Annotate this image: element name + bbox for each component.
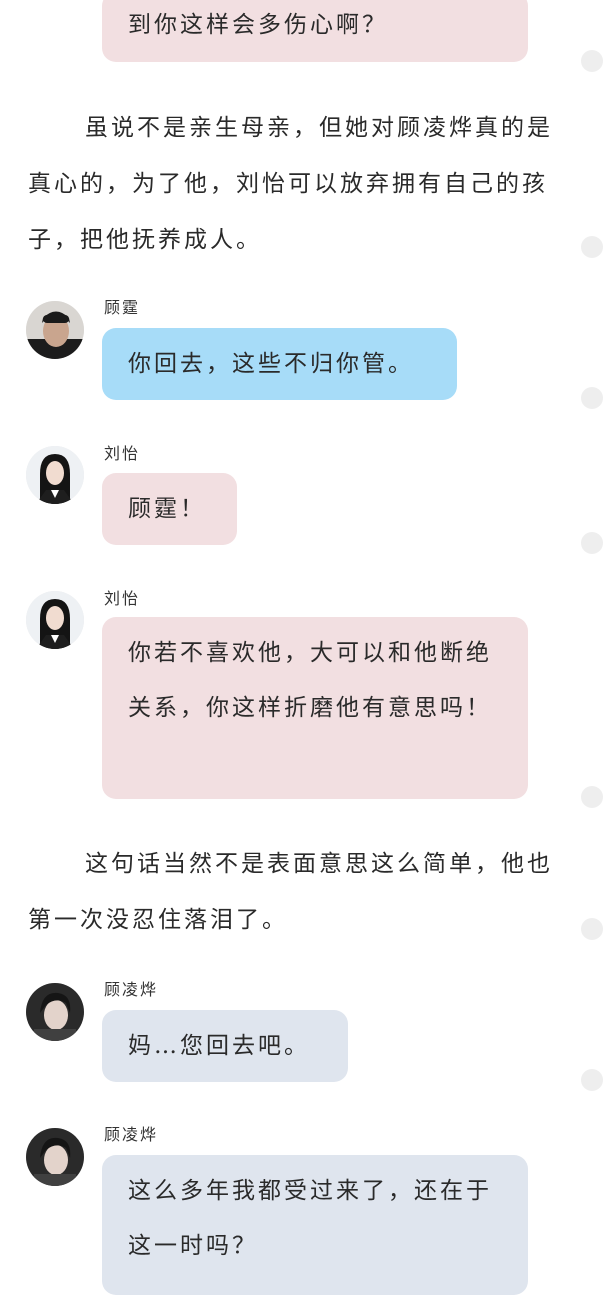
message-text: 你回去，这些不归你管。 [128,351,414,377]
side-dot [581,918,603,940]
avatar-gu-lingye [26,1128,84,1186]
message-bubble: 你回去，这些不归你管。 [102,328,457,400]
message-bubble: 妈…您回去吧。 [102,1010,348,1082]
message-text: 妈…您回去吧。 [128,1033,310,1059]
message-text: 到你这样会多伤心啊？ [128,12,388,38]
sender-name: 刘怡 [104,444,141,463]
side-dot [581,1069,603,1091]
avatar-gu-lingye [26,983,84,1041]
sender-name: 顾凌烨 [104,1125,159,1144]
sender-name: 顾凌烨 [104,980,159,999]
narration-paragraph: 这句话当然不是表面意思这么简单，他也第一次没忍住落泪了。 [28,851,553,933]
side-dot [581,236,603,258]
avatar-gu-ting [26,301,84,359]
message-text: 这么多年我都受过来了，还在于这一时吗？ [128,1178,492,1259]
sender-name: 刘怡 [104,589,141,608]
message-text: 顾霆！ [128,496,206,522]
message-text: 你若不喜欢他，大可以和他断绝关系，你这样折磨他有意思吗！ [128,640,492,721]
message-bubble: 这么多年我都受过来了，还在于这一时吗？ [102,1155,528,1295]
narration-paragraph: 虽说不是亲生母亲，但她对顾凌烨真的是真心的，为了他，刘怡可以放弃拥有自己的孩子，… [28,115,553,253]
sender-name: 顾霆 [104,298,141,317]
side-dot [581,786,603,808]
side-dot [581,532,603,554]
message-bubble: 你若不喜欢他，大可以和他断绝关系，你这样折磨他有意思吗！ [102,617,528,799]
avatar-liu-yi [26,591,84,649]
side-dot [581,50,603,72]
avatar-liu-yi [26,446,84,504]
message-bubble: 顾霆！ [102,473,237,545]
side-dot [581,387,603,409]
message-bubble: 到你这样会多伤心啊？ [102,0,528,62]
